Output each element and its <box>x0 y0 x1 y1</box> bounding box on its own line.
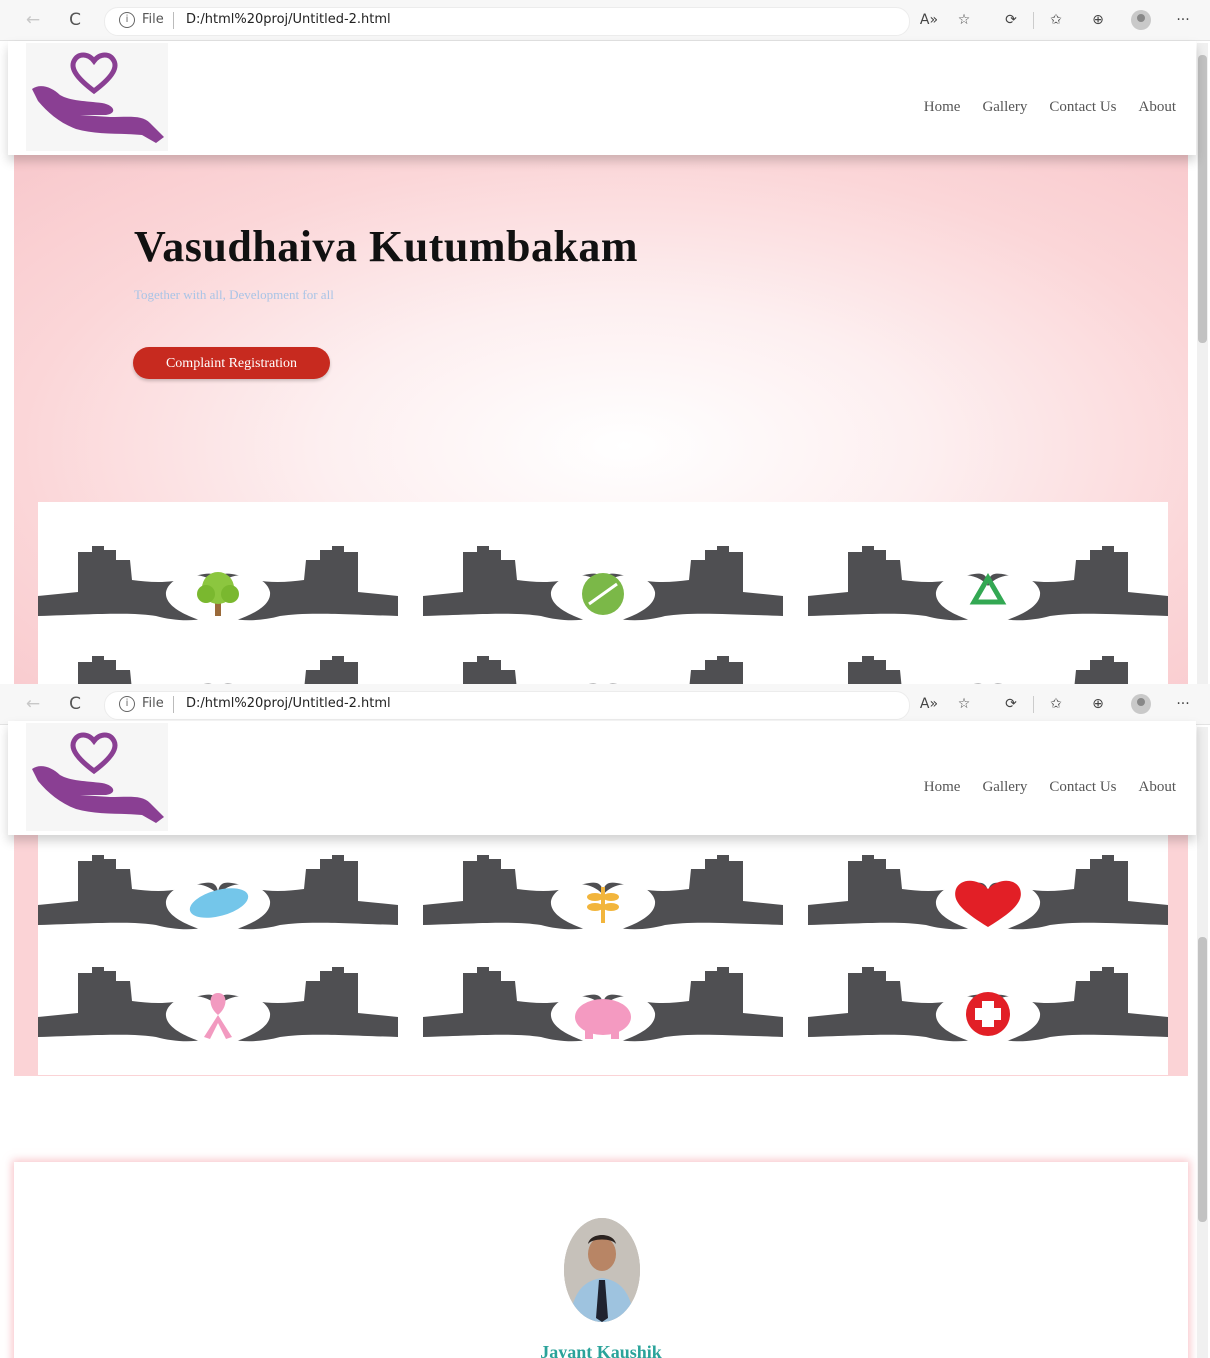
nav-home[interactable]: Home <box>924 779 961 796</box>
reload-icon[interactable]: C <box>64 693 86 715</box>
cause-tile-heart[interactable] <box>808 839 1168 939</box>
hands-heart-icon <box>463 656 743 684</box>
favorites-icon[interactable]: ✩ <box>1045 693 1067 715</box>
address-bar[interactable]: i File D:/html%20proj/Untitled-2.html <box>104 7 910 36</box>
toolbar-divider <box>1033 12 1034 29</box>
scrollbar-thumb[interactable] <box>1198 937 1207 1222</box>
read-aloud-icon[interactable]: A» <box>918 693 940 715</box>
cause-tile-partial <box>808 640 1168 684</box>
piggy-bank-icon <box>575 999 631 1039</box>
heart-hand-logo-icon <box>32 732 164 823</box>
person-photo-icon <box>564 1218 640 1322</box>
cause-tile-pills[interactable] <box>38 839 398 939</box>
leaf-icon <box>582 573 624 615</box>
nav-about[interactable]: About <box>1139 779 1177 796</box>
read-aloud-icon[interactable]: A» <box>918 9 940 31</box>
page-scrollbar[interactable] <box>1197 43 1208 684</box>
info-icon[interactable]: i <box>119 12 135 28</box>
toolbar-divider <box>1033 696 1034 713</box>
back-icon[interactable]: ← <box>22 9 44 31</box>
back-icon[interactable]: ← <box>22 693 44 715</box>
reload-icon[interactable]: C <box>64 9 86 31</box>
url-text[interactable]: D:/html%20proj/Untitled-2.html <box>186 12 391 27</box>
logo[interactable] <box>26 723 168 831</box>
address-divider <box>173 12 174 29</box>
main-nav: Home Gallery Contact Us About <box>924 779 1176 796</box>
recycle-icon <box>969 573 1007 605</box>
profile-avatar-icon[interactable] <box>1131 694 1151 714</box>
nav-home[interactable]: Home <box>924 99 961 116</box>
medical-cross-icon <box>966 992 1010 1036</box>
cause-tile-tree[interactable] <box>38 530 398 630</box>
page-scrollbar[interactable] <box>1197 727 1208 1358</box>
scrollbar-thumb[interactable] <box>1198 55 1207 343</box>
pills-icon <box>189 888 249 918</box>
hero-subtitle: Together with all, Development for all <box>134 287 334 302</box>
cause-tile-recycle[interactable] <box>808 530 1168 630</box>
causes-gallery-top <box>38 502 1168 684</box>
url-text[interactable]: D:/html%20proj/Untitled-2.html <box>186 696 391 711</box>
main-nav: Home Gallery Contact Us About <box>924 99 1176 116</box>
browser-toolbar: ← C i File D:/html%20proj/Untitled-2.htm… <box>0 684 1210 725</box>
profile-card: Jayant Kaushik <box>14 1162 1188 1358</box>
favorites-icon[interactable]: ✩ <box>1045 9 1067 31</box>
causes-gallery-bottom <box>38 835 1168 1075</box>
add-favorite-icon[interactable]: ☆ <box>953 9 975 31</box>
hands-heart-icon <box>78 656 358 684</box>
profile-name: Jayant Kaushik <box>540 1342 662 1358</box>
nav-about[interactable]: About <box>1139 99 1177 116</box>
ribbon-icon <box>204 993 232 1039</box>
cause-tile-partial <box>423 640 783 684</box>
add-favorite-icon[interactable]: ☆ <box>953 693 975 715</box>
more-icon[interactable]: ··· <box>1172 9 1194 31</box>
nav-contact-us[interactable]: Contact Us <box>1049 779 1116 796</box>
profile-photo <box>564 1218 640 1322</box>
complaint-registration-button[interactable]: Complaint Registration <box>133 347 330 379</box>
logo[interactable] <box>26 43 168 151</box>
cause-tile-partial <box>38 640 398 684</box>
more-icon[interactable]: ··· <box>1172 693 1194 715</box>
nav-gallery[interactable]: Gallery <box>982 99 1027 116</box>
cause-tile-wheat[interactable] <box>423 839 783 939</box>
hands-heart-icon <box>848 656 1128 684</box>
browser-window-top: ← C i File D:/html%20proj/Untitled-2.htm… <box>0 0 1210 684</box>
heart-icon <box>955 880 1021 927</box>
cause-tile-piggy-bank[interactable] <box>423 951 783 1051</box>
hero-title: Vasudhaiva Kutumbakam <box>134 222 639 271</box>
file-label: File <box>142 696 164 711</box>
extensions-icon[interactable]: ⟳ <box>1000 9 1022 31</box>
browser-window-bottom: ← C i File D:/html%20proj/Untitled-2.htm… <box>0 684 1210 1358</box>
cause-tile-medical[interactable] <box>808 951 1168 1051</box>
nav-contact-us[interactable]: Contact Us <box>1049 99 1116 116</box>
browser-toolbar: ← C i File D:/html%20proj/Untitled-2.htm… <box>0 0 1210 41</box>
site-header: Home Gallery Contact Us About <box>8 721 1196 835</box>
address-bar[interactable]: i File D:/html%20proj/Untitled-2.html <box>104 691 910 720</box>
cause-tile-leaf[interactable] <box>423 530 783 630</box>
collections-icon[interactable]: ⊕ <box>1087 9 1109 31</box>
cause-tile-ribbon[interactable] <box>38 951 398 1051</box>
collections-icon[interactable]: ⊕ <box>1087 693 1109 715</box>
info-icon[interactable]: i <box>119 696 135 712</box>
profile-avatar-icon[interactable] <box>1131 10 1151 30</box>
extensions-icon[interactable]: ⟳ <box>1000 693 1022 715</box>
heart-hand-logo-icon <box>32 52 164 143</box>
nav-gallery[interactable]: Gallery <box>982 779 1027 796</box>
address-divider <box>173 696 174 713</box>
file-label: File <box>142 12 164 27</box>
tree-icon <box>197 572 239 616</box>
wheat-icon <box>587 887 619 923</box>
site-header: Home Gallery Contact Us About <box>8 41 1196 155</box>
